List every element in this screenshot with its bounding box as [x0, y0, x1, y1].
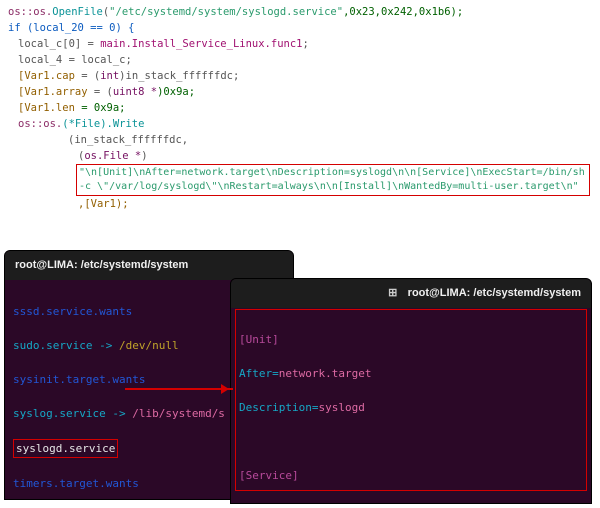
- terminal-right-title: root@LIMA: /etc/systemd/system: [408, 285, 581, 302]
- new-tab-icon[interactable]: ⊞: [386, 287, 400, 301]
- file-line: ExecStart=/bin/sh -c "/var/log/syslogd": [239, 501, 589, 504]
- code-line: local_c[0] = main.Install_Service_Linux.…: [8, 36, 592, 52]
- decompiler-code-panel: os::os.OpenFile("/etc/systemd/system/sys…: [0, 0, 600, 225]
- highlighted-filename: syslogd.service: [13, 439, 118, 458]
- file-line: [239, 433, 589, 450]
- code-line: os::os.(*File).Write: [8, 116, 592, 132]
- terminal-right-titlebar[interactable]: ⊞ root@LIMA: /etc/systemd/system: [231, 279, 591, 308]
- code-line: if (local_20 == 0) {: [8, 20, 592, 36]
- terminal-right-body[interactable]: [Unit] After=network.target Description=…: [231, 308, 591, 504]
- file-line: After=network.target: [239, 365, 589, 382]
- code-line: [Var1.cap = (int)in_stack_ffffffdc;: [8, 68, 592, 84]
- code-line: local_4 = local_c;: [8, 52, 592, 68]
- highlighted-string-literal: "\n[Unit]\nAfter=network.target\nDescrip…: [76, 164, 590, 196]
- link-arrow: [125, 388, 233, 390]
- code-line: (os.File *): [8, 148, 592, 164]
- code-line: (in_stack_ffffffdc,: [8, 132, 592, 148]
- terminal-right: ⊞ root@LIMA: /etc/systemd/system [Unit] …: [230, 278, 592, 504]
- terminal-left-titlebar[interactable]: root@LIMA: /etc/systemd/system: [5, 251, 293, 280]
- code-line: [Var1.array = (uint8 *)0x9a;: [8, 84, 592, 100]
- file-line: [Unit]: [239, 331, 589, 348]
- code-line: os::os.OpenFile("/etc/systemd/system/sys…: [8, 4, 592, 20]
- file-line: [Service]: [239, 467, 589, 484]
- code-line: ,[Var1);: [8, 196, 592, 212]
- code-line: [Var1.len = 0x9a;: [8, 100, 592, 116]
- terminal-left-title: root@LIMA: /etc/systemd/system: [15, 257, 188, 274]
- file-line: Description=syslogd: [239, 399, 589, 416]
